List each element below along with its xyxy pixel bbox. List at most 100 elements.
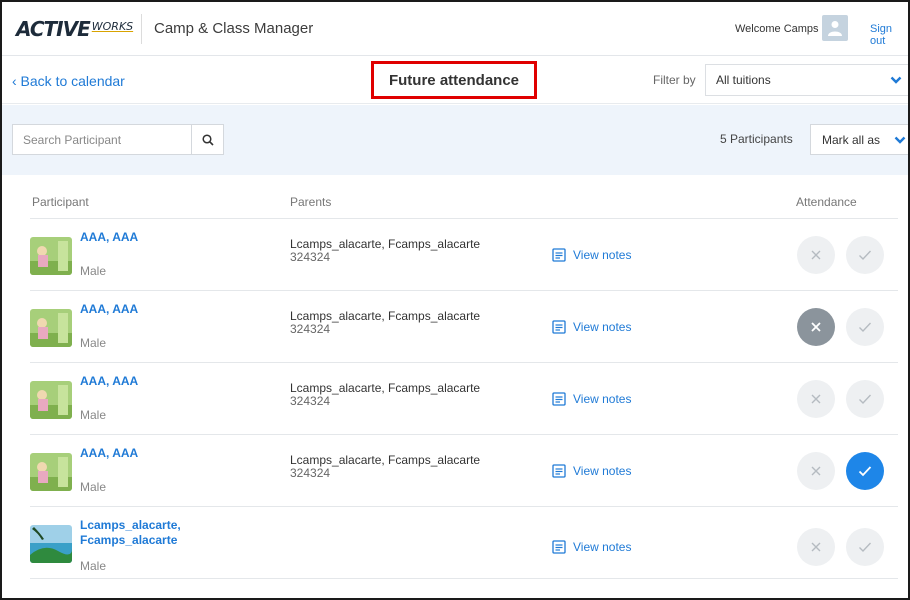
logo-subtext: WORKS bbox=[91, 19, 134, 33]
toolbar-band: 5 Participants Mark all as bbox=[2, 105, 908, 175]
view-notes-link[interactable]: View notes bbox=[552, 320, 631, 334]
participant-gender: Male bbox=[80, 408, 107, 422]
user-avatar[interactable] bbox=[822, 15, 848, 41]
participant-name-link[interactable]: Lcamps_alacarte, Fcamps_alacarte bbox=[80, 518, 181, 548]
mark-absent-button[interactable] bbox=[797, 528, 835, 566]
activeworks-logo[interactable]: ACTIVE WORKS bbox=[16, 17, 134, 41]
search-button[interactable] bbox=[191, 125, 223, 154]
mark-all-label: Mark all as bbox=[822, 133, 881, 147]
check-icon bbox=[859, 394, 872, 405]
mark-present-button[interactable] bbox=[846, 528, 884, 566]
participant-name-link[interactable]: AAA, AAA bbox=[80, 230, 138, 245]
parents-names: Lcamps_alacarte, Fcamps_alacarte bbox=[290, 453, 481, 467]
top-bar: ACTIVE WORKS Camp & Class Manager Welcom… bbox=[2, 2, 908, 56]
document-icon bbox=[552, 392, 566, 406]
parents-cell: Lcamps_alacarte, Fcamps_alacarte 324324 bbox=[290, 238, 480, 264]
app-title: Camp & Class Manager bbox=[154, 20, 314, 37]
participant-name-line: Lcamps_alacarte, bbox=[80, 518, 181, 532]
check-icon bbox=[858, 466, 872, 477]
table-row: AAA, AAA Male Lcamps_alacarte, Fcamps_al… bbox=[30, 363, 898, 435]
participant-name-link[interactable]: AAA, AAA bbox=[80, 302, 138, 317]
participant-photo bbox=[30, 381, 72, 419]
header-parents: Parents bbox=[290, 195, 332, 209]
view-notes-link[interactable]: View notes bbox=[552, 464, 631, 478]
close-icon bbox=[811, 394, 821, 404]
logo-text: ACTIVE bbox=[16, 17, 91, 41]
attendance-table: Participant Parents Attendance AAA, AAA … bbox=[30, 182, 898, 579]
participant-gender: Male bbox=[80, 559, 107, 573]
close-icon bbox=[811, 250, 821, 260]
view-notes-link[interactable]: View notes bbox=[552, 248, 631, 262]
participant-name-link[interactable]: AAA, AAA bbox=[80, 446, 138, 461]
table-header: Participant Parents Attendance bbox=[30, 182, 898, 219]
back-to-calendar-link[interactable]: ‹ Back to calendar bbox=[12, 73, 125, 89]
search-icon bbox=[201, 133, 214, 146]
table-row: Lcamps_alacarte, Fcamps_alacarte Male Vi… bbox=[30, 507, 898, 579]
parents-names: Lcamps_alacarte, Fcamps_alacarte bbox=[290, 309, 481, 323]
close-icon bbox=[811, 542, 821, 552]
participant-name-link[interactable]: AAA, AAA bbox=[80, 374, 138, 389]
check-icon bbox=[859, 542, 872, 553]
check-icon bbox=[859, 322, 872, 333]
view-notes-label: View notes bbox=[573, 464, 632, 478]
app-frame: ACTIVE WORKS Camp & Class Manager Welcom… bbox=[0, 0, 910, 600]
parents-phone: 324324 bbox=[290, 466, 331, 480]
view-notes-label: View notes bbox=[573, 392, 632, 406]
close-icon bbox=[811, 466, 821, 476]
participant-photo bbox=[30, 309, 72, 347]
mark-absent-button[interactable] bbox=[797, 380, 835, 418]
table-row: AAA, AAA Male Lcamps_alacarte, Fcamps_al… bbox=[30, 291, 898, 363]
view-notes-label: View notes bbox=[573, 320, 632, 334]
document-icon bbox=[552, 540, 566, 554]
document-icon bbox=[552, 248, 566, 262]
participant-name-line: Fcamps_alacarte bbox=[80, 533, 178, 547]
mark-all-select[interactable]: Mark all as bbox=[810, 124, 908, 155]
view-notes-link[interactable]: View notes bbox=[552, 540, 631, 554]
page-title: Future attendance bbox=[388, 71, 520, 89]
parents-names: Lcamps_alacarte, Fcamps_alacarte bbox=[290, 237, 481, 251]
filter-select[interactable]: All tuitions bbox=[705, 64, 908, 96]
search-box bbox=[12, 124, 224, 155]
document-icon bbox=[552, 320, 566, 334]
view-notes-label: View notes bbox=[573, 248, 632, 262]
page-title-highlight: Future attendance bbox=[371, 61, 537, 99]
participant-photo bbox=[30, 525, 72, 563]
view-notes-link[interactable]: View notes bbox=[552, 392, 631, 406]
user-icon bbox=[828, 21, 842, 36]
participant-photo bbox=[30, 453, 72, 491]
table-row: AAA, AAA Male Lcamps_alacarte, Fcamps_al… bbox=[30, 219, 898, 291]
mark-absent-button[interactable] bbox=[797, 236, 835, 274]
mark-present-button[interactable] bbox=[846, 380, 884, 418]
sign-out-link[interactable]: Sign out bbox=[870, 23, 908, 47]
participant-gender: Male bbox=[80, 336, 107, 350]
close-icon bbox=[811, 322, 821, 332]
parents-phone: 324324 bbox=[290, 394, 331, 408]
mark-present-button[interactable] bbox=[846, 236, 884, 274]
mark-absent-button[interactable] bbox=[797, 308, 835, 346]
header-attendance: Attendance bbox=[796, 195, 857, 209]
participant-gender: Male bbox=[80, 480, 107, 494]
parents-cell: Lcamps_alacarte, Fcamps_alacarte 324324 bbox=[290, 310, 480, 336]
parents-cell: Lcamps_alacarte, Fcamps_alacarte 324324 bbox=[290, 382, 480, 408]
parents-phone: 324324 bbox=[290, 322, 331, 336]
chevron-down-icon bbox=[894, 136, 906, 144]
parents-cell: Lcamps_alacarte, Fcamps_alacarte 324324 bbox=[290, 454, 480, 480]
chevron-down-icon bbox=[890, 76, 902, 84]
filter-value: All tuitions bbox=[716, 73, 771, 87]
participant-photo bbox=[30, 237, 72, 275]
nav-bar: ‹ Back to calendar Future attendance Fil… bbox=[2, 56, 908, 104]
divider bbox=[141, 14, 142, 44]
mark-present-button[interactable] bbox=[846, 452, 884, 490]
table-row: AAA, AAA Male Lcamps_alacarte, Fcamps_al… bbox=[30, 435, 898, 507]
welcome-text: Welcome Camps bbox=[735, 23, 819, 35]
participant-count: 5 Participants bbox=[720, 132, 793, 146]
participant-gender: Male bbox=[80, 264, 107, 278]
document-icon bbox=[552, 464, 566, 478]
parents-names: Lcamps_alacarte, Fcamps_alacarte bbox=[290, 381, 481, 395]
view-notes-label: View notes bbox=[573, 540, 632, 554]
mark-absent-button[interactable] bbox=[797, 452, 835, 490]
mark-present-button[interactable] bbox=[846, 308, 884, 346]
search-input[interactable] bbox=[13, 125, 193, 154]
parents-phone: 324324 bbox=[290, 250, 331, 264]
check-icon bbox=[859, 250, 872, 261]
